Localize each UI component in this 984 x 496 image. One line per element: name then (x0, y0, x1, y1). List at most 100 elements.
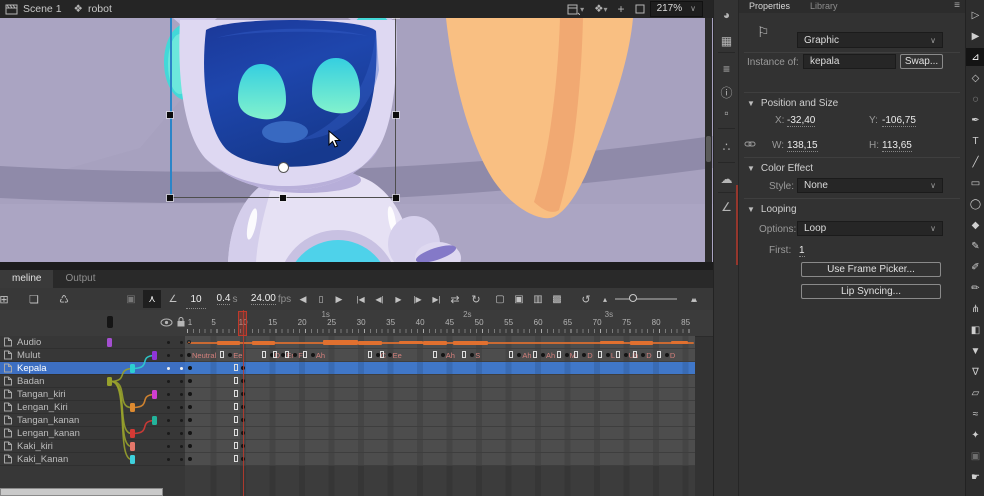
layer-lock-dot[interactable] (180, 458, 183, 461)
eyedropper-tool[interactable]: ∇ (966, 363, 984, 381)
free-transform-tool[interactable]: ⊿ (966, 48, 984, 66)
classic-brush-tool[interactable]: ✏ (966, 279, 984, 297)
layer-row-badan[interactable]: Badan (0, 375, 185, 388)
bone-tool[interactable]: ⋔ (966, 300, 984, 318)
keyframe-dot[interactable] (228, 353, 232, 357)
selection-handle-bottom-right[interactable] (393, 195, 399, 201)
parenting-view-icon[interactable]: ⋏ (143, 290, 161, 308)
line-tool[interactable]: ╱ (966, 153, 984, 171)
y-value[interactable]: -106,75 (882, 115, 916, 127)
frame-row-tangan_kiri[interactable] (185, 388, 695, 401)
layer-visibility-dot[interactable] (167, 367, 170, 370)
keyframe-dot[interactable] (641, 353, 645, 357)
onion-marker-icon[interactable]: ▯ (313, 290, 329, 308)
loop-options-select[interactable]: Loop∨ (797, 221, 943, 236)
layer-lock-dot[interactable] (180, 367, 183, 370)
layer-visibility-dot[interactable] (167, 458, 170, 461)
new-folder-icon[interactable]: ❏ (24, 290, 44, 308)
keyframe-dot[interactable] (541, 353, 545, 357)
frame-row-kaki_kiri[interactable] (185, 440, 695, 453)
eye-icon[interactable] (160, 318, 173, 327)
oval-tool[interactable]: ◯ (966, 195, 984, 213)
pen-tool[interactable]: ✒ (966, 111, 984, 129)
fluid-brush-tool[interactable]: ✐ (966, 258, 984, 276)
marker-range-icon[interactable]: ▩ (549, 290, 565, 308)
keyframe-dot[interactable] (441, 353, 445, 357)
camera-icon[interactable]: ▣ (122, 290, 140, 308)
ink-bottle-tool[interactable]: ▼ (966, 342, 984, 360)
step-forward-button[interactable]: |▶ (409, 290, 426, 308)
scene-breadcrumb[interactable]: Scene 1 (23, 3, 62, 15)
camera-tool[interactable]: ▣ (966, 447, 984, 465)
layer-visibility-dot[interactable] (167, 406, 170, 409)
keyframe-dot[interactable] (582, 353, 586, 357)
w-value[interactable]: 138,15 (787, 140, 818, 152)
shrink-frames-icon[interactable]: ▴ (598, 290, 612, 308)
layer-row-tangan_kanan[interactable]: Tangan_kanan (0, 414, 185, 427)
keyframe-dot[interactable] (606, 353, 610, 357)
go-last-button[interactable]: ▶| (428, 290, 445, 308)
layer-lock-dot[interactable] (180, 341, 183, 344)
link-width-height-icon[interactable] (744, 138, 756, 150)
layer-lock-dot[interactable] (180, 445, 183, 448)
keyframe-dot[interactable] (187, 353, 191, 357)
delete-layer-icon[interactable]: ♺ (54, 290, 74, 308)
elapsed-time-value[interactable]: 0.4s (212, 290, 242, 308)
subselection-tool[interactable]: ▶ (966, 27, 984, 45)
panel-menu-icon[interactable]: ≡ (954, 0, 960, 11)
transformation-point[interactable] (278, 162, 289, 173)
frame-row-lengan_kiri[interactable] (185, 401, 695, 414)
keyframe-dot[interactable] (293, 353, 297, 357)
onion-forward-icon[interactable]: ▶ (331, 290, 347, 308)
keyframe-dot[interactable] (665, 353, 669, 357)
frame-grid[interactable]: NeutralEeDErFAhCEeAhSAhAhMDLUhDD (185, 336, 695, 496)
tab-timeline[interactable]: meline (0, 270, 53, 288)
use-frame-picker-button[interactable]: Use Frame Picker... (801, 262, 941, 277)
keyframe-dot[interactable] (188, 418, 192, 422)
color-panel-icon[interactable]: ◕ (714, 8, 739, 22)
frame-ruler[interactable]: 1s2s3s1510152025303540455055606570758085 (185, 310, 713, 337)
current-frame-value[interactable]: 10 (186, 290, 206, 309)
layer-lock-dot[interactable] (180, 406, 183, 409)
asset-warp-tool[interactable]: ✦ (966, 426, 984, 444)
edit-multiple-frames-icon[interactable]: ▥ (530, 290, 546, 308)
instance-name-field[interactable]: kepala (803, 54, 896, 69)
go-first-button[interactable]: |◀ (352, 290, 369, 308)
layer-row-kaki_kanan[interactable]: Kaki_Kanan (0, 453, 185, 466)
keyframe-dot[interactable] (565, 353, 569, 357)
layer-visibility-dot[interactable] (167, 380, 170, 383)
color-style-select[interactable]: None∨ (797, 178, 943, 193)
keyframe-dot[interactable] (188, 379, 192, 383)
frame-row-badan[interactable] (185, 375, 695, 388)
color-effect-header[interactable]: ▼Color Effect (747, 163, 813, 174)
x-value[interactable]: -32,40 (787, 115, 815, 127)
layer-panel-scrollbar[interactable] (0, 488, 163, 496)
layer-row-lengan_kiri[interactable]: Lengan_Kiri (0, 401, 185, 414)
swap-button[interactable]: Swap... (900, 54, 943, 69)
lock-icon[interactable] (176, 316, 186, 328)
lip-syncing-button[interactable]: Lip Syncing... (801, 284, 941, 299)
position-size-header[interactable]: ▼Position and Size (747, 98, 838, 109)
keyframe-dot[interactable] (188, 457, 192, 461)
layer-lock-dot[interactable] (180, 354, 183, 357)
edit-symbol-icon[interactable]: ❖▾ (594, 3, 607, 15)
symbol-type-select[interactable]: Graphic∨ (797, 32, 943, 48)
symbol-breadcrumb[interactable]: robot (88, 3, 112, 15)
layer-row-audio[interactable]: Audio (0, 336, 185, 349)
clip-content-icon[interactable] (635, 4, 645, 14)
layer-visibility-dot[interactable] (167, 419, 170, 422)
enlarge-frames-icon[interactable]: ▴▴ (684, 290, 702, 308)
looping-header[interactable]: ▼Looping (747, 204, 797, 215)
stage-zoom-select[interactable]: 217%∨ (650, 1, 703, 17)
first-frame-value[interactable]: 1 (799, 245, 805, 257)
paint-bucket-tool[interactable]: ◧ (966, 321, 984, 339)
playhead-line[interactable] (243, 310, 244, 496)
cc-libraries-icon[interactable]: ☁ (714, 172, 739, 186)
hand-tool[interactable]: ☛ (966, 468, 984, 486)
align-panel-icon[interactable]: ≡ (714, 62, 739, 76)
layer-visibility-dot[interactable] (167, 393, 170, 396)
keyframe-dot[interactable] (188, 392, 192, 396)
layer-visibility-dot[interactable] (167, 432, 170, 435)
layer-lock-dot[interactable] (180, 432, 183, 435)
layer-row-lengan_kanan[interactable]: Lengan_kanan (0, 427, 185, 440)
